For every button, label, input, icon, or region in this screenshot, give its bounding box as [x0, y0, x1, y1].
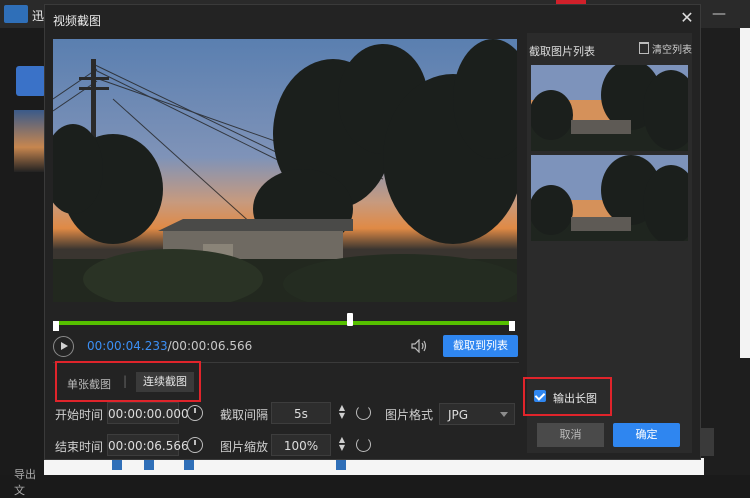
close-icon[interactable]: ✕ [678, 8, 696, 27]
taskbar-icon[interactable] [144, 460, 154, 470]
minimize-icon[interactable]: — [712, 6, 726, 22]
background-taskbar [44, 458, 704, 475]
interval-spinner-icon[interactable]: ▲ ▼ [337, 404, 347, 420]
format-value: JPG [448, 408, 469, 422]
clock-icon[interactable] [187, 405, 203, 421]
taskbar-icon[interactable] [184, 460, 194, 470]
end-time-label: 结束时间 [55, 440, 104, 454]
background-thumbnail[interactable] [14, 110, 48, 172]
start-time-label: 开始时间 [55, 408, 104, 422]
screenshot-list-title: 截取图片列表 [529, 45, 595, 58]
reset-icon[interactable] [356, 405, 371, 420]
background-right-document [740, 28, 750, 358]
background-sidebar: 导出文 [0, 28, 48, 497]
screenshot-mode-group: 单张截图 | 连续截图 [55, 361, 201, 402]
output-long-image-label[interactable]: 输出长图 [553, 390, 597, 406]
screenshot-thumbnail[interactable] [531, 155, 688, 241]
clear-list-button[interactable]: 清空列表 [639, 41, 692, 56]
format-select[interactable]: JPG [439, 403, 515, 425]
scale-label: 图片缩放 [220, 440, 269, 454]
play-icon[interactable] [53, 336, 74, 357]
total-time: 00:00:06.566 [171, 339, 253, 353]
timeline-playhead[interactable] [346, 313, 353, 326]
dialog-title: 视频截图 [53, 14, 102, 28]
screenshot-thumbnail[interactable] [531, 65, 688, 151]
clock-icon[interactable] [187, 437, 203, 453]
background-blue-button[interactable] [16, 66, 46, 96]
time-display: 00:00:04.233/00:00:06.566 [87, 339, 252, 353]
reset-icon[interactable] [356, 437, 371, 452]
timeline-start-handle[interactable] [53, 321, 59, 331]
app-logo-icon [4, 5, 28, 23]
continuous-screenshot-tab[interactable]: 连续截图 [136, 372, 194, 392]
single-screenshot-tab[interactable]: 单张截图 [67, 376, 111, 392]
trash-icon [639, 42, 649, 54]
timeline-slider[interactable] [53, 313, 515, 333]
clear-list-label: 清空列表 [652, 45, 692, 56]
output-long-image-group: 输出长图 [523, 377, 612, 416]
screenshot-list [527, 65, 692, 243]
chevron-down-icon [500, 412, 508, 417]
format-label: 图片格式 [385, 408, 434, 422]
scale-spinner-icon[interactable]: ▲ ▼ [337, 436, 347, 452]
background-export-label: 导出文 [14, 468, 36, 497]
background-app-title: 迅 [32, 9, 45, 23]
mode-separator: | [123, 374, 128, 388]
interval-input[interactable]: 5s [271, 402, 331, 424]
ok-button[interactable]: 确定 [613, 423, 680, 447]
video-screenshot-dialog: 视频截图 ✕ 00:00:04.233/00:00:06.566 截取到列表 单… [44, 4, 701, 460]
cancel-button[interactable]: 取消 [537, 423, 604, 447]
volume-icon[interactable] [411, 338, 429, 354]
scale-input[interactable]: 100% [271, 434, 331, 456]
timeline-end-handle[interactable] [509, 321, 515, 331]
taskbar-icon[interactable] [112, 460, 122, 470]
interval-label: 截取间隔 [220, 408, 269, 422]
video-preview [53, 39, 517, 302]
output-long-image-checkbox[interactable] [534, 390, 546, 402]
add-to-list-button[interactable]: 截取到列表 [443, 335, 518, 357]
start-time-input[interactable]: 00:00:00.000 [107, 402, 189, 424]
timeline-track[interactable] [57, 321, 511, 325]
taskbar-icon[interactable] [336, 460, 346, 470]
current-time: 00:00:04.233 [87, 339, 168, 353]
end-time-input[interactable]: 00:00:06.566 [107, 434, 189, 456]
